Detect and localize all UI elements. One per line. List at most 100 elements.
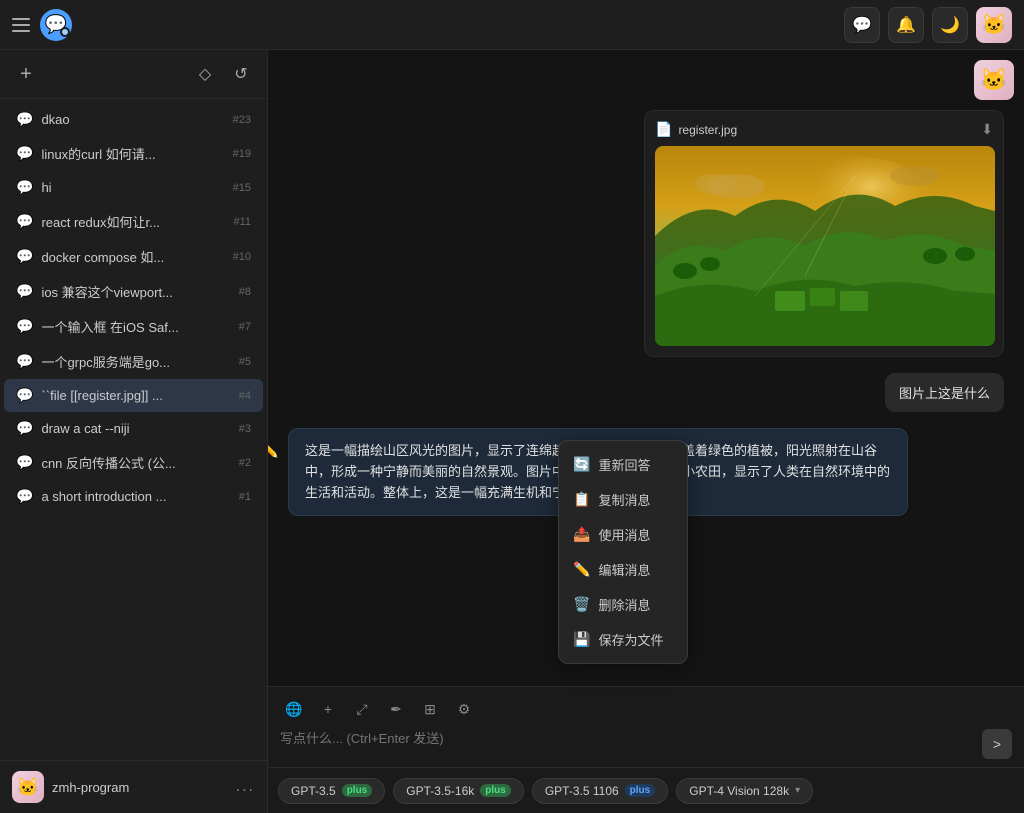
edit-icon: ✏️ [573,561,590,578]
table-icon: ⊞ [424,701,436,718]
chat-item[interactable]: 💬 linux的curl 如何请... #19 [4,136,263,171]
notification-button[interactable]: 🔔 [888,7,924,43]
chat-item[interactable]: 💬 一个输入框 在iOS Saf... #7 [4,309,263,344]
main-layout: + ◇ ↺ 💬 dkao #23 💬 linux的curl 如何请... #19… [0,50,1024,813]
save-icon: 💾 [573,631,590,648]
hamburger-icon[interactable] [12,18,30,32]
moon-icon: 🌙 [940,15,960,35]
context-delete-label: 删除消息 [598,595,650,614]
chat-bubble-icon: 💬 [16,353,33,370]
delete-icon: 🗑️ [573,596,590,613]
model-gpt35[interactable]: GPT-3.5 plus [278,778,385,804]
chat-item-name: ios 兼容这个viewport... [41,282,230,301]
context-delete[interactable]: 🗑️ 删除消息 [559,587,687,622]
topbar-left: 💬 [12,9,72,41]
chat-item[interactable]: 💬 hi #15 [4,171,263,204]
chat-item-num: #7 [239,321,251,333]
chat-item-name: 一个输入框 在iOS Saf... [41,317,230,336]
chat-bubble-icon: 💬 [16,283,33,300]
dark-mode-button[interactable]: 🌙 [932,7,968,43]
chat-item-name: react redux如何让r... [41,212,225,231]
sidebar-user-avatar: 🐱 [12,771,44,803]
chat-bubble-icon: 💬 [16,454,33,471]
retry-icon: 🔄 [573,456,590,473]
model-gpt35-16k[interactable]: GPT-3.5-16k plus [393,778,524,804]
chat-item-name: cnn 反向传播公式 (公... [41,453,230,472]
copy-icon: 📋 [573,491,590,508]
context-use[interactable]: 📤 使用消息 [559,517,687,552]
topbar-right: 💬 🔔 🌙 🐱 [844,7,1012,43]
model-gpt35-16k-label: GPT-3.5-16k [406,784,474,798]
gear-icon: ⚙ [458,701,471,718]
download-button[interactable]: ⬇ [981,121,993,138]
context-use-label: 使用消息 [598,525,650,544]
chat-item-num: #8 [239,286,251,298]
globe-tool-button[interactable]: 🌐 [280,695,308,723]
chat-item[interactable]: 💬 draw a cat --niji #3 [4,412,263,445]
context-edit-label: 编辑消息 [598,560,650,579]
new-chat-button[interactable]: + [12,60,40,88]
chat-item[interactable]: 💬 a short introduction ... #1 [4,480,263,513]
context-retry-label: 重新回答 [598,455,650,474]
bookmark-icon: ◇ [199,64,211,84]
add-tool-button[interactable]: + [314,695,342,723]
chat-bubble-icon: 💬 [16,387,33,404]
context-save-label: 保存为文件 [598,630,663,649]
chat-item[interactable]: 💬 docker compose 如... #10 [4,239,263,274]
chat-avatar-image: 🐱 [974,60,1014,100]
chat-item-active[interactable]: 💬 ``file [[register.jpg]] ... #4 [4,379,263,412]
chat-item-name: linux的curl 如何请... [41,144,224,163]
context-copy[interactable]: 📋 复制消息 [559,482,687,517]
sidebar-more-button[interactable]: ... [236,778,255,796]
expand-tool-button[interactable]: ⤢ [348,695,376,723]
topbar: 💬 💬 🔔 🌙 🐱 [0,0,1024,50]
chat-item-name: docker compose 如... [41,247,224,266]
model-gpt35-1106[interactable]: GPT-3.5 1106 plus [532,778,668,804]
expand-icon: ⤢ [356,701,367,718]
context-retry[interactable]: 🔄 重新回答 [559,447,687,482]
user-question: 图片上这是什么 [885,373,1004,412]
image-message: 📄 register.jpg ⬇ [644,110,1004,357]
chat-bubble-icon: 💬 [16,488,33,505]
user-avatar-top[interactable]: 🐱 [976,7,1012,43]
chat-icon-button[interactable]: 💬 [844,7,880,43]
input-toolbar: 🌐 + ⤢ ✒ ⊞ ⚙ [280,695,1012,723]
model-gpt35-badge: plus [342,784,373,797]
globe-icon: 🌐 [285,701,302,718]
context-save[interactable]: 💾 保存为文件 [559,622,687,657]
send-button[interactable]: > [982,729,1012,759]
edit-message-icon[interactable]: ✏️ [268,438,282,462]
logo-icon: 💬 [40,9,72,41]
chat-item-num: #2 [239,457,251,469]
edit-tool-button[interactable]: ✒ [382,695,410,723]
models-bar: GPT-3.5 plus GPT-3.5-16k plus GPT-3.5 11… [268,767,1024,813]
table-tool-button[interactable]: ⊞ [416,695,444,723]
chat-item-num: #3 [239,423,251,435]
chat-bubble-icon: 💬 [16,318,33,335]
image-header: 📄 register.jpg ⬇ [655,121,993,138]
message-input[interactable] [280,729,974,759]
model-gpt35-1106-label: GPT-3.5 1106 [545,784,619,798]
use-icon: 📤 [573,526,590,543]
input-area: 🌐 + ⤢ ✒ ⊞ ⚙ [268,686,1024,767]
chat-item[interactable]: 💬 react redux如何让r... #11 [4,204,263,239]
sidebar-refresh-button[interactable]: ↺ [227,60,255,88]
sidebar-bottom: 🐱 zmh-program ... [0,760,267,813]
model-gpt35-16k-badge: plus [480,784,511,797]
chat-item-name: draw a cat --niji [41,421,230,436]
landscape-image [655,146,995,346]
chat-item[interactable]: 💬 cnn 反向传播公式 (公... #2 [4,445,263,480]
settings-tool-button[interactable]: ⚙ [450,695,478,723]
question-text: 图片上这是什么 [899,386,990,401]
chat-list: 💬 dkao #23 💬 linux的curl 如何请... #19 💬 hi … [0,99,267,760]
chat-item-num: #19 [233,148,251,160]
chat-item[interactable]: 💬 一个grpc服务端是go... #5 [4,344,263,379]
chat-item[interactable]: 💬 dkao #23 [4,103,263,136]
chat-item-name: a short introduction ... [41,489,230,504]
image-container: 📄 register.jpg ⬇ [644,110,1004,357]
context-edit[interactable]: ✏️ 编辑消息 [559,552,687,587]
model-gpt4-vision[interactable]: GPT-4 Vision 128k ▾ [676,778,813,804]
chat-item[interactable]: 💬 ios 兼容这个viewport... #8 [4,274,263,309]
sidebar-action-icon1[interactable]: ◇ [191,60,219,88]
chat-item-name: hi [41,180,224,195]
